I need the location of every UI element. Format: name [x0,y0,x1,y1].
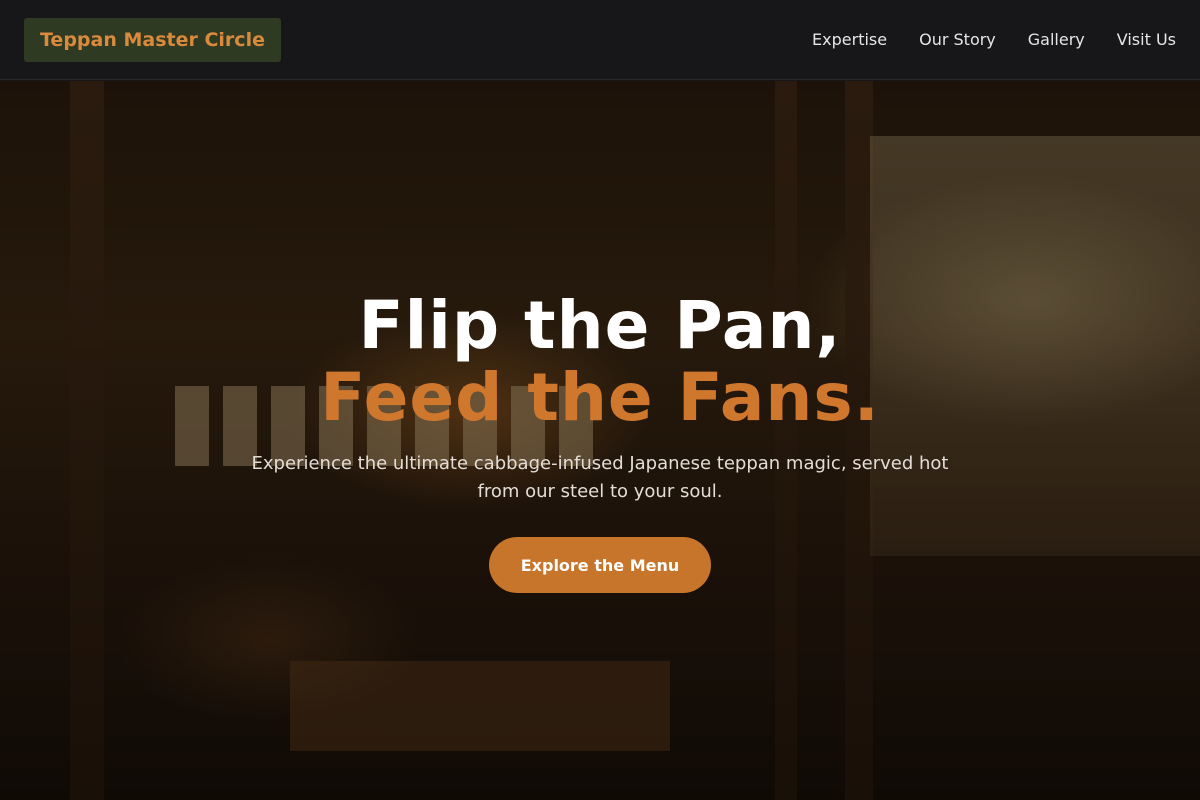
hero-dark-overlay [0,81,1200,800]
hero-section: Flip the Pan, Feed the Fans. Experience … [0,81,1200,800]
brand-logo-link[interactable]: Teppan Master Circle [24,17,281,62]
nav-link-expertise[interactable]: Expertise [812,30,887,49]
nav-link-gallery[interactable]: Gallery [1028,30,1085,49]
nav-links: Expertise Our Story Gallery Visit Us [780,30,1176,49]
nav-link-visit-us[interactable]: Visit Us [1117,30,1176,49]
top-navbar: Teppan Master Circle Expertise Our Story… [0,0,1200,80]
explore-menu-button[interactable]: Explore the Menu [489,537,711,593]
hero-subtitle: Experience the ultimate cabbage-infused … [251,453,949,502]
hero-headline-line2: Feed the Fans. [320,359,880,436]
nav-link-our-story[interactable]: Our Story [919,30,996,49]
hero-headline-line1: Flip the Pan, [358,287,842,364]
